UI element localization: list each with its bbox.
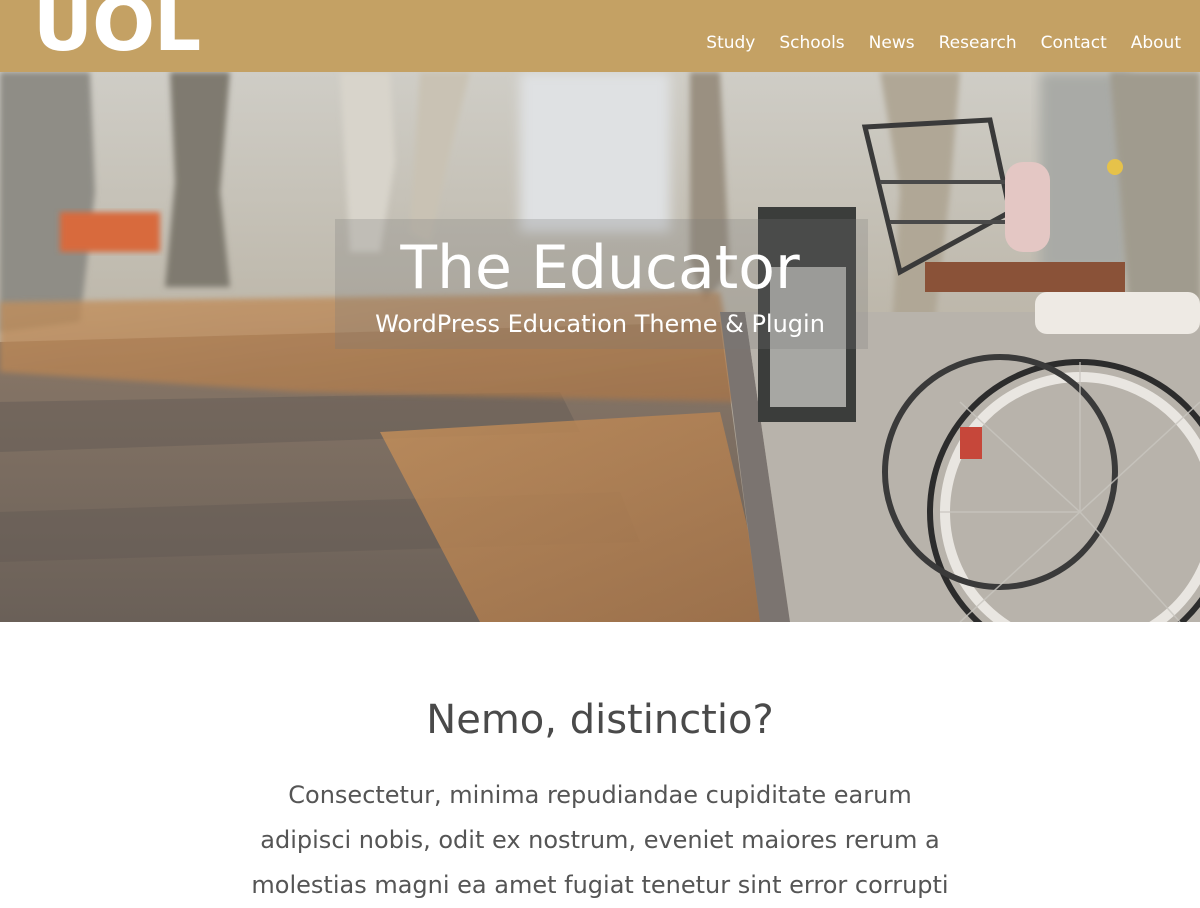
section-body: Consectetur, minima repudiandae cupidita…: [0, 773, 1200, 908]
main-nav: Study Schools News Research Contact Abou…: [706, 31, 1181, 55]
nav-item-study[interactable]: Study: [706, 31, 755, 55]
nav-item-schools[interactable]: Schools: [779, 31, 844, 55]
nav-item-news[interactable]: News: [869, 31, 915, 55]
section-heading: Nemo, distinctio?: [426, 697, 774, 743]
hero-subtitle: WordPress Education Theme & Plugin: [375, 310, 825, 338]
site-logo[interactable]: UOL: [33, 0, 201, 62]
body-line: adipisci nobis, odit ex nostrum, eveniet…: [260, 826, 940, 854]
nav-item-research[interactable]: Research: [939, 31, 1017, 55]
body-line: Consectetur, minima repudiandae cupidita…: [288, 781, 912, 809]
nav-item-contact[interactable]: Contact: [1041, 31, 1107, 55]
body-line: molestias magni ea amet fugiat tenetur s…: [251, 871, 949, 899]
nav-item-about[interactable]: About: [1131, 31, 1181, 55]
site-header: UOL Study Schools News Research Contact …: [0, 0, 1200, 72]
hero-banner: The Educator WordPress Education Theme &…: [0, 72, 1200, 622]
hero-title: The Educator: [400, 233, 800, 303]
